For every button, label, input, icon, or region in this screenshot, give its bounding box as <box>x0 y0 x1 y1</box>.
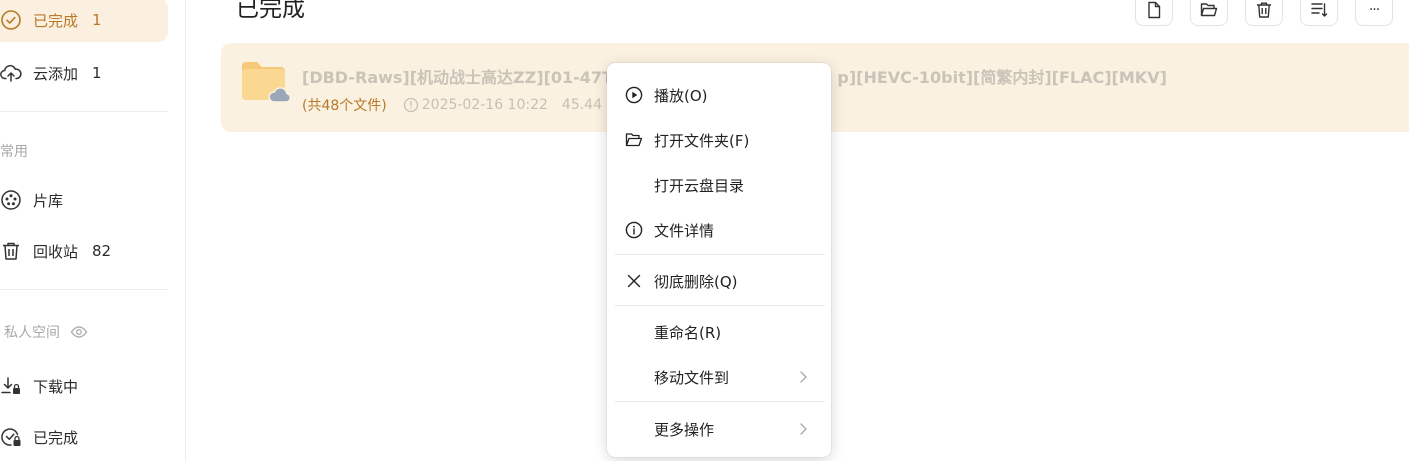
file-count: (共48个文件) <box>302 98 387 114</box>
menu-item-move-to[interactable]: 移动文件到 <box>607 357 831 397</box>
sort-icon <box>1309 0 1329 20</box>
sidebar-item-completed[interactable]: 已完成 1 <box>0 0 168 42</box>
menu-item-rename[interactable]: 重命名(R) <box>607 312 831 352</box>
menu-item-label: 打开云盘目录 <box>654 176 745 195</box>
open-folder-button[interactable] <box>1190 0 1228 26</box>
check-circle-icon <box>0 9 22 31</box>
sidebar-item-label: 下载中 <box>33 377 79 396</box>
menu-item-label: 移动文件到 <box>654 368 730 387</box>
new-file-icon <box>1144 0 1164 20</box>
menu-item-label: 播放(O) <box>654 86 708 105</box>
menu-item-label: 文件详情 <box>654 221 715 240</box>
trash-icon <box>1254 0 1274 20</box>
more-button[interactable]: ··· <box>1355 0 1393 26</box>
menu-separator <box>615 305 825 306</box>
menu-item-play[interactable]: 播放(O) <box>607 75 831 115</box>
page-title: 已完成 <box>236 0 305 22</box>
more-icon: ··· <box>1368 2 1380 18</box>
check-lock-icon <box>0 426 22 448</box>
sidebar-divider <box>0 289 168 290</box>
eye-icon[interactable] <box>70 323 88 341</box>
folder-open-icon <box>624 130 644 150</box>
sidebar-item-count: 1 <box>92 11 102 29</box>
sidebar-item-private-completed[interactable]: 已完成 <box>0 415 168 459</box>
sidebar-item-label: 已完成 <box>33 11 79 30</box>
sidebar-item-label: 回收站 <box>33 242 79 261</box>
open-folder-icon <box>1199 0 1219 20</box>
sidebar-item-recycle-bin[interactable]: 回收站 82 <box>0 229 168 273</box>
sidebar-item-library[interactable]: 片库 <box>0 178 168 222</box>
play-circle-icon <box>624 85 644 105</box>
close-icon <box>624 271 644 291</box>
menu-item-label: 更多操作 <box>654 420 715 439</box>
cloud-folder-icon <box>241 60 292 104</box>
sort-button[interactable] <box>1300 0 1338 26</box>
chevron-right-icon <box>797 421 809 437</box>
menu-item-delete-permanently[interactable]: 彻底删除(Q) <box>607 261 831 301</box>
new-file-button[interactable] <box>1135 0 1173 26</box>
chevron-right-icon <box>797 369 809 385</box>
info-circle-icon <box>624 220 644 240</box>
clock-icon <box>403 97 419 113</box>
sidebar-divider <box>0 111 168 112</box>
sidebar-item-count: 82 <box>92 242 112 260</box>
sidebar-item-private-downloading[interactable]: 下载中 <box>0 364 168 408</box>
file-date: 2025-02-16 10:22 <box>421 97 548 113</box>
file-name-tail: p][HEVC-10bit][简繁内封][FLAC][MKV] <box>837 68 1167 87</box>
menu-item-label: 打开文件夹(F) <box>654 131 750 150</box>
menu-item-open-cloud-dir[interactable]: 打开云盘目录 <box>607 165 831 205</box>
file-name-head: [DBD-Raws][机动战士高达ZZ][01-47TV <box>302 68 626 87</box>
section-label-text: 私人空间 <box>4 325 60 341</box>
menu-item-label: 彻底删除(Q) <box>654 272 738 291</box>
sidebar: 已完成 1 云添加 1 常用 片库 回收站 82 私人空间 下载中 已完成 <box>0 0 186 461</box>
context-menu: 播放(O) 打开文件夹(F) 打开云盘目录 文件详情 彻底删除(Q) 重命名(R… <box>607 63 831 457</box>
delete-button[interactable] <box>1245 0 1283 26</box>
sidebar-item-label: 已完成 <box>33 428 79 447</box>
menu-separator <box>615 401 825 402</box>
menu-item-more-actions[interactable]: 更多操作 <box>607 409 831 449</box>
menu-item-file-details[interactable]: 文件详情 <box>607 210 831 250</box>
section-label-private: 私人空间 <box>4 322 88 342</box>
sidebar-item-count: 1 <box>92 64 102 82</box>
film-reel-icon <box>0 189 22 211</box>
menu-item-label: 重命名(R) <box>654 323 722 342</box>
menu-separator <box>615 254 825 255</box>
sidebar-item-label: 云添加 <box>33 64 79 83</box>
section-label-common: 常用 <box>0 144 28 160</box>
cloud-upload-icon <box>0 62 22 84</box>
file-meta: (共48个文件) 2025-02-16 10:22 45.44 <box>302 95 602 115</box>
file-size: 45.44 <box>561 97 603 113</box>
download-lock-icon <box>0 375 22 397</box>
sidebar-item-label: 片库 <box>33 191 64 210</box>
trash-icon <box>0 240 22 262</box>
sidebar-item-cloud-add[interactable]: 云添加 1 <box>0 51 168 95</box>
menu-item-open-folder[interactable]: 打开文件夹(F) <box>607 120 831 160</box>
